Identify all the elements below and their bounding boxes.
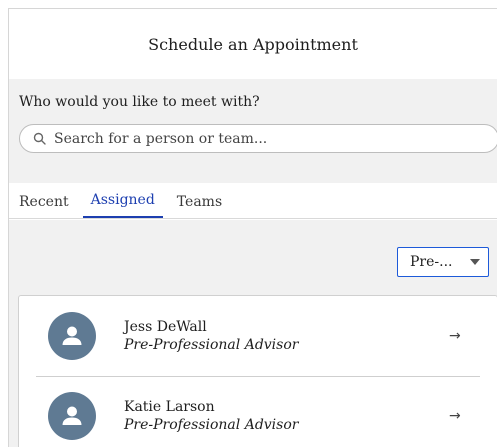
appointment-panel: Schedule an Appointment Who would you li… bbox=[8, 8, 497, 447]
user-icon bbox=[48, 312, 96, 360]
person-name: Jess DeWall bbox=[124, 319, 207, 335]
filter-selected-value: Pre-... bbox=[410, 254, 453, 270]
list-item[interactable]: Katie Larson Pre-Professional Advisor → bbox=[19, 376, 497, 447]
person-details: Katie Larson Pre-Professional Advisor bbox=[124, 399, 449, 433]
person-role: Pre-Professional Advisor bbox=[124, 337, 299, 353]
search-icon bbox=[32, 131, 48, 147]
person-role: Pre-Professional Advisor bbox=[124, 417, 299, 433]
tab-assigned[interactable]: Assigned bbox=[82, 192, 163, 218]
page-title: Schedule an Appointment bbox=[148, 34, 358, 54]
tab-bar: Recent Assigned Teams bbox=[9, 183, 497, 219]
people-list: Jess DeWall Pre-Professional Advisor → K… bbox=[18, 295, 497, 447]
search-prompt-label: Who would you like to meet with? bbox=[19, 94, 260, 110]
search-input[interactable]: Search for a person or team... bbox=[19, 124, 497, 153]
tab-recent[interactable]: Recent bbox=[19, 194, 77, 218]
arrow-right-icon[interactable]: → bbox=[449, 328, 469, 344]
results-area: Pre-... Jess DeWall Pre-Professional Adv… bbox=[9, 220, 497, 447]
caret-down-icon bbox=[470, 259, 480, 265]
search-placeholder: Search for a person or team... bbox=[54, 130, 268, 147]
role-filter-dropdown[interactable]: Pre-... bbox=[397, 247, 489, 277]
user-icon bbox=[48, 392, 96, 440]
person-name: Katie Larson bbox=[124, 399, 215, 415]
panel-header: Schedule an Appointment bbox=[9, 9, 497, 79]
person-details: Jess DeWall Pre-Professional Advisor bbox=[124, 319, 449, 353]
tab-teams[interactable]: Teams bbox=[169, 194, 230, 218]
arrow-right-icon[interactable]: → bbox=[449, 408, 469, 424]
search-section: Who would you like to meet with? Search … bbox=[9, 79, 497, 183]
list-item[interactable]: Jess DeWall Pre-Professional Advisor → bbox=[19, 296, 497, 376]
